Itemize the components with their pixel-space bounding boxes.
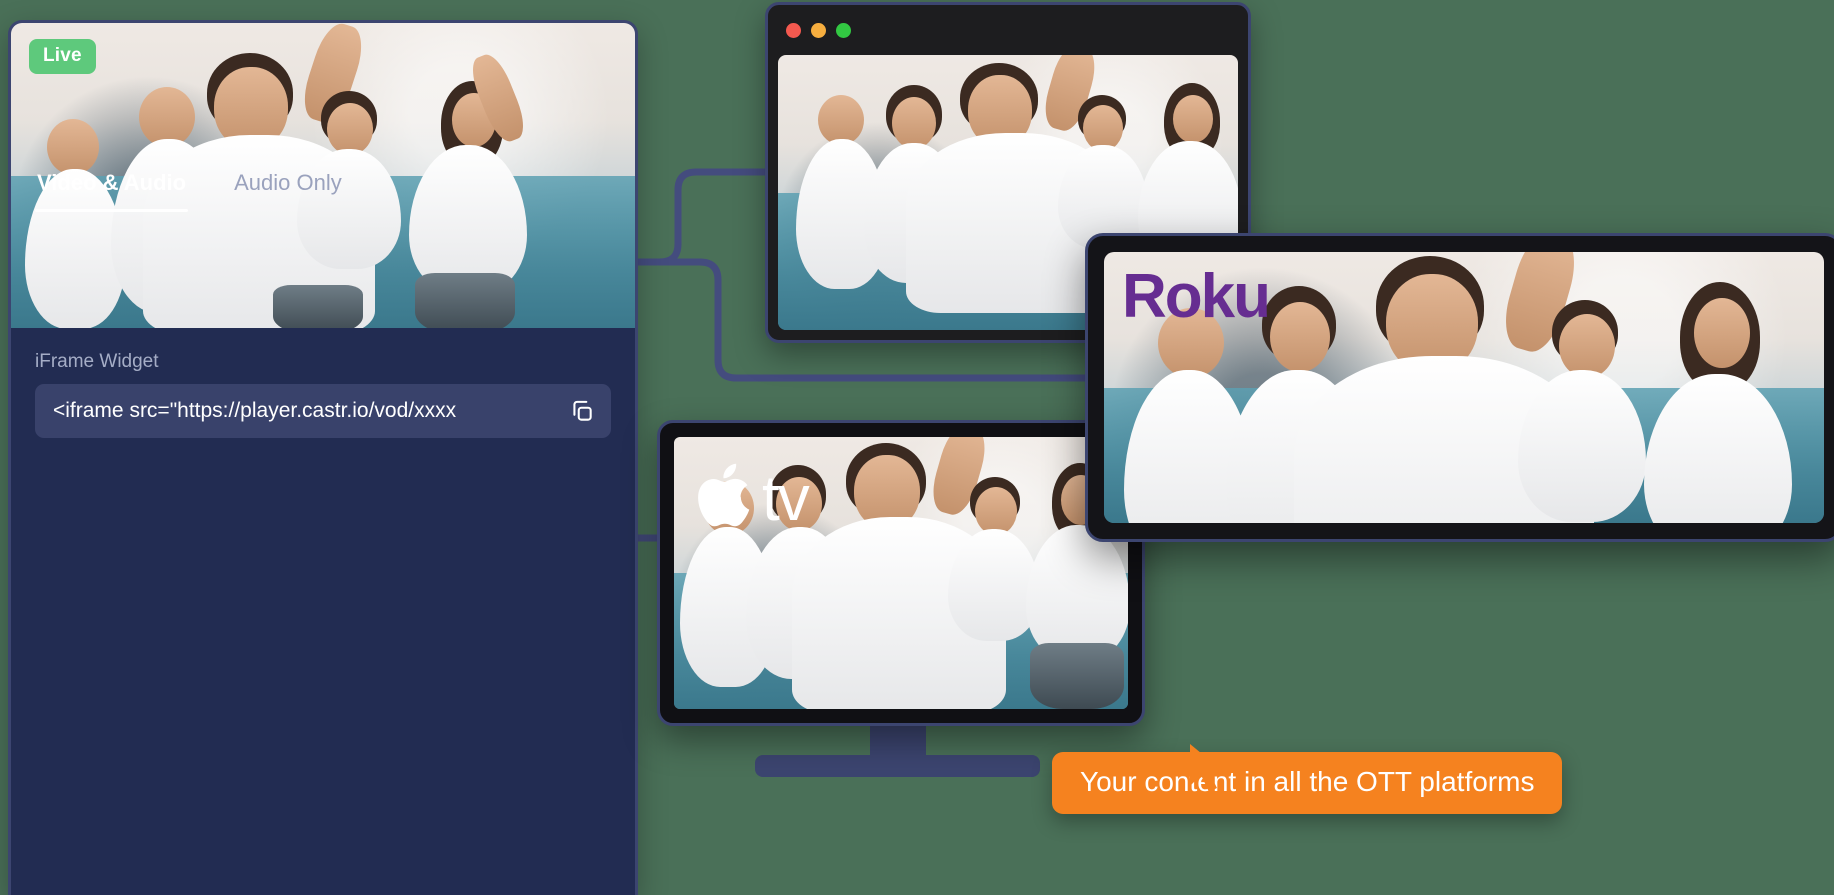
cursor-arrow-icon [1186, 742, 1230, 799]
iframe-widget-value: <iframe src="https://player.castr.io/vod… [53, 399, 457, 422]
roku-logo: Roku [1122, 262, 1271, 331]
tv-base [755, 755, 1040, 777]
minimize-dot-icon[interactable] [811, 22, 826, 38]
maximize-dot-icon[interactable] [836, 22, 851, 38]
stage: Live Stream Source Setup Playback Video … [0, 0, 1834, 895]
tv-video-screen[interactable]: tv [674, 437, 1128, 709]
iframe-widget-input[interactable]: <iframe src="https://player.castr.io/vod… [35, 384, 611, 438]
roku-device: Roku [1085, 233, 1834, 542]
copy-icon[interactable] [569, 398, 595, 424]
apple-tv-device: tv [657, 420, 1145, 726]
browser-titlebar [768, 5, 1248, 55]
apple-tv-logo-text: tv [762, 461, 810, 534]
live-badge: Live [29, 39, 96, 74]
field-label: iFrame Widget [35, 351, 159, 372]
ott-callout-banner: Your content in all the OTT platforms [1052, 752, 1563, 814]
roku-video-screen[interactable]: Roku [1104, 252, 1824, 523]
tab-video-and-audio[interactable]: Video & Audio [35, 170, 189, 212]
field-iframe-widget: iFrame Widget <iframe src="https://playe… [35, 351, 611, 438]
close-dot-icon[interactable] [786, 22, 801, 38]
stream-settings-panel: Live Stream Source Setup Playback Video … [8, 20, 638, 895]
apple-logo-icon [698, 459, 760, 536]
tab-audio-only[interactable]: Audio Only [232, 170, 344, 210]
apple-tv-logo: tv [698, 459, 810, 536]
